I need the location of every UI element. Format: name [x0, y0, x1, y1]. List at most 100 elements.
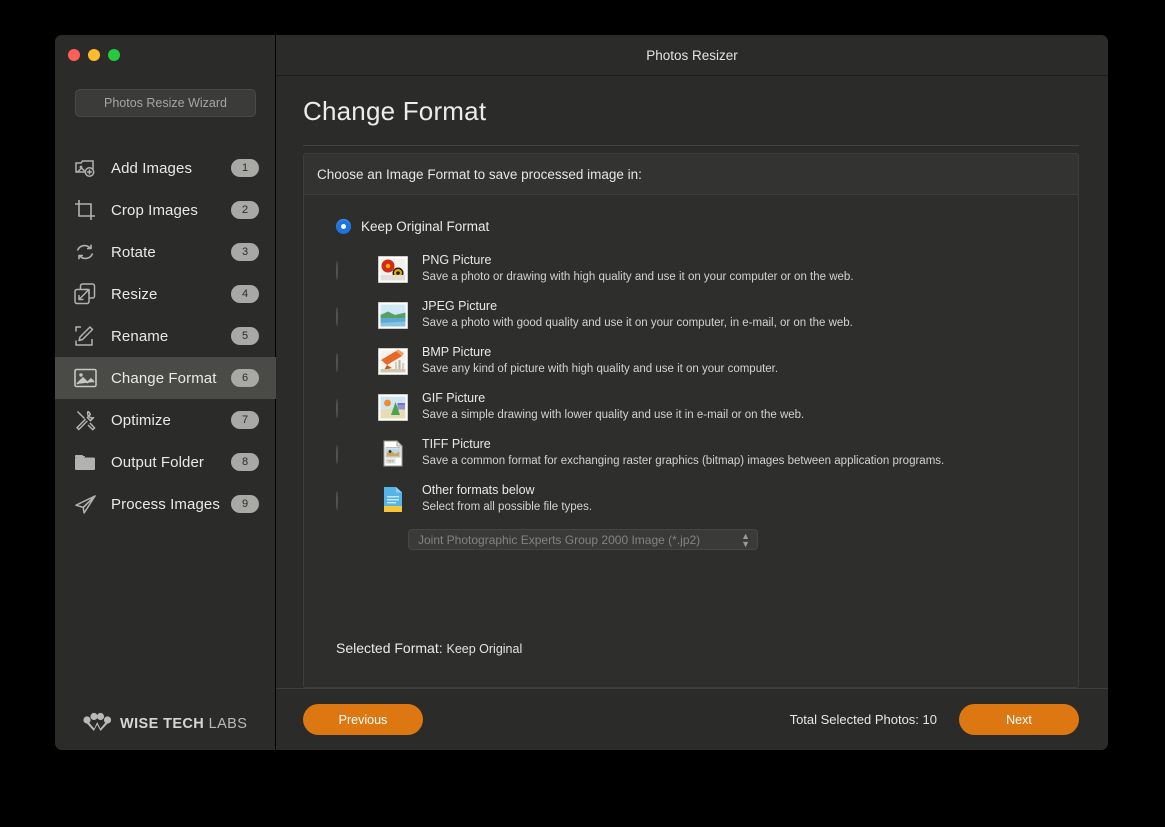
format-description: Save a simple drawing with lower quality…: [422, 409, 805, 421]
sidebar-item-output-folder[interactable]: Output Folder 8: [55, 441, 276, 483]
radio-keep-original-format[interactable]: Keep Original Format: [336, 219, 1078, 234]
brand-text-strong: WISE TECH: [120, 715, 205, 732]
maximize-window-button[interactable]: [108, 49, 120, 61]
sidebar-item-rename[interactable]: Rename 5: [55, 315, 276, 357]
groupbox-header: Choose an Image Format to save processed…: [304, 154, 1078, 195]
format-groupbox: Choose an Image Format to save processed…: [303, 153, 1079, 688]
format-option-tiff[interactable]: TIFF TIFF Picture Save a common format f…: [304, 435, 1078, 481]
generic-document-icon: [376, 484, 410, 514]
sidebar-item-label: Rename: [111, 327, 169, 345]
brand-text: WISE TECH LABS: [120, 716, 247, 732]
format-title: Other formats below: [422, 483, 535, 497]
radio-indicator[interactable]: [336, 261, 338, 280]
sidebar-nav-list: Add Images 1 Crop Images 2 Rotate 3 Resi…: [55, 147, 276, 525]
resize-icon: [71, 281, 99, 307]
other-format-select[interactable]: Joint Photographic Experts Group 2000 Im…: [408, 529, 758, 550]
sidebar-item-badge: 4: [231, 285, 259, 303]
sidebar-item-badge: 5: [231, 327, 259, 345]
chevron-updown-icon: ▲ ▼: [741, 531, 750, 549]
format-option-gif[interactable]: GIF Picture Save a simple drawing with l…: [304, 389, 1078, 435]
format-title: PNG Picture: [422, 253, 492, 267]
selected-format-status: Selected Format: Keep Original: [336, 640, 522, 656]
sidebar-item-label: Output Folder: [111, 453, 205, 471]
format-option-jpeg[interactable]: JPEG Picture Save a photo with good qual…: [304, 297, 1078, 343]
crop-icon: [71, 197, 99, 223]
app-window: Photos Resize Wizard Add Images 1 Crop I…: [55, 35, 1108, 750]
footer-bar: Previous Total Selected Photos: 10 Next: [276, 688, 1108, 750]
wizard-button-label: Photos Resize Wizard: [104, 96, 227, 110]
format-title: JPEG Picture: [422, 299, 498, 313]
sidebar-item-badge: 3: [231, 243, 259, 261]
sidebar-item-label: Crop Images: [111, 201, 198, 219]
tiff-thumbnail-icon: TIFF: [376, 438, 410, 468]
next-button[interactable]: Next: [959, 704, 1079, 735]
svg-text:TIFF: TIFF: [387, 459, 394, 463]
radio-indicator-selected[interactable]: [336, 219, 351, 234]
sidebar-item-optimize[interactable]: Optimize 7: [55, 399, 276, 441]
sidebar-item-label: Change Format: [111, 369, 217, 387]
sidebar-item-label: Resize: [111, 285, 158, 303]
radio-indicator[interactable]: [336, 491, 338, 510]
format-description: Save a common format for exchanging rast…: [422, 455, 945, 467]
format-title: TIFF Picture: [422, 437, 491, 451]
png-thumbnail-icon: [376, 254, 410, 284]
sidebar-item-resize[interactable]: Resize 4: [55, 273, 276, 315]
sidebar-item-label: Rotate: [111, 243, 156, 261]
radio-label: Keep Original Format: [361, 219, 490, 234]
sidebar-item-process-images[interactable]: Process Images 9: [55, 483, 276, 525]
close-window-button[interactable]: [68, 49, 80, 61]
brand-logo: WISE TECH LABS: [83, 711, 247, 736]
main-area: Photos Resizer Change Format Choose an I…: [276, 35, 1108, 750]
format-title: GIF Picture: [422, 391, 486, 405]
window-titlebar: Photos Resizer: [276, 35, 1108, 76]
sidebar-item-badge: 6: [231, 369, 259, 387]
bmp-thumbnail-icon: [376, 346, 410, 376]
rotate-icon: [71, 239, 99, 265]
sidebar-item-label: Process Images: [111, 495, 220, 513]
folder-icon: [71, 449, 99, 475]
format-description: Save a photo or drawing with high qualit…: [422, 271, 854, 283]
format-title: BMP Picture: [422, 345, 492, 359]
sidebar-item-rotate[interactable]: Rotate 3: [55, 231, 276, 273]
tools-icon: [71, 407, 99, 433]
sidebar-item-crop-images[interactable]: Crop Images 2: [55, 189, 276, 231]
sidebar-item-label: Add Images: [111, 159, 193, 177]
sidebar-item-label: Optimize: [111, 411, 171, 429]
sidebar-item-change-format[interactable]: Change Format 6: [55, 357, 276, 399]
minimize-window-button[interactable]: [88, 49, 100, 61]
format-description: Select from all possible file types.: [422, 501, 593, 513]
jpeg-thumbnail-icon: [376, 300, 410, 330]
selected-format-label: Selected Format:: [336, 640, 443, 656]
format-option-bmp[interactable]: BMP Picture Save any kind of picture wit…: [304, 343, 1078, 389]
groupbox-header-label: Choose an Image Format to save processed…: [317, 166, 642, 182]
previous-button[interactable]: Previous: [303, 704, 423, 735]
radio-indicator[interactable]: [336, 445, 338, 464]
window-title: Photos Resizer: [646, 47, 738, 63]
sidebar: Photos Resize Wizard Add Images 1 Crop I…: [55, 35, 276, 750]
wise-tech-labs-mark-icon: [83, 711, 112, 736]
window-controls: [68, 49, 120, 61]
sidebar-item-add-images[interactable]: Add Images 1: [55, 147, 276, 189]
radio-indicator[interactable]: [336, 353, 338, 372]
format-option-png[interactable]: PNG Picture Save a photo or drawing with…: [304, 251, 1078, 297]
photos-resize-wizard-button[interactable]: Photos Resize Wizard: [75, 89, 256, 117]
format-description: Save a photo with good quality and use i…: [422, 317, 853, 329]
title-divider: [303, 145, 1079, 146]
radio-indicator[interactable]: [336, 307, 338, 326]
sidebar-item-badge: 7: [231, 411, 259, 429]
brand-text-light: LABS: [208, 715, 248, 732]
paper-plane-icon: [71, 491, 99, 517]
format-option-other[interactable]: Other formats below Select from all poss…: [304, 481, 1078, 527]
image-icon: [71, 365, 99, 391]
rename-icon: [71, 323, 99, 349]
radio-indicator[interactable]: [336, 399, 338, 418]
sidebar-item-badge: 9: [231, 495, 259, 513]
format-options-list: PNG Picture Save a photo or drawing with…: [304, 251, 1078, 527]
groupbox-body: Keep Original Format PNG Picture Save a …: [304, 195, 1078, 687]
selected-format-value: Keep Original: [446, 642, 523, 656]
other-format-select-value: Joint Photographic Experts Group 2000 Im…: [418, 532, 701, 547]
sidebar-item-badge: 1: [231, 159, 259, 177]
sidebar-item-badge: 2: [231, 201, 259, 219]
total-selected-photos-label: Total Selected Photos: 10: [789, 712, 937, 727]
add-images-icon: [71, 155, 99, 181]
